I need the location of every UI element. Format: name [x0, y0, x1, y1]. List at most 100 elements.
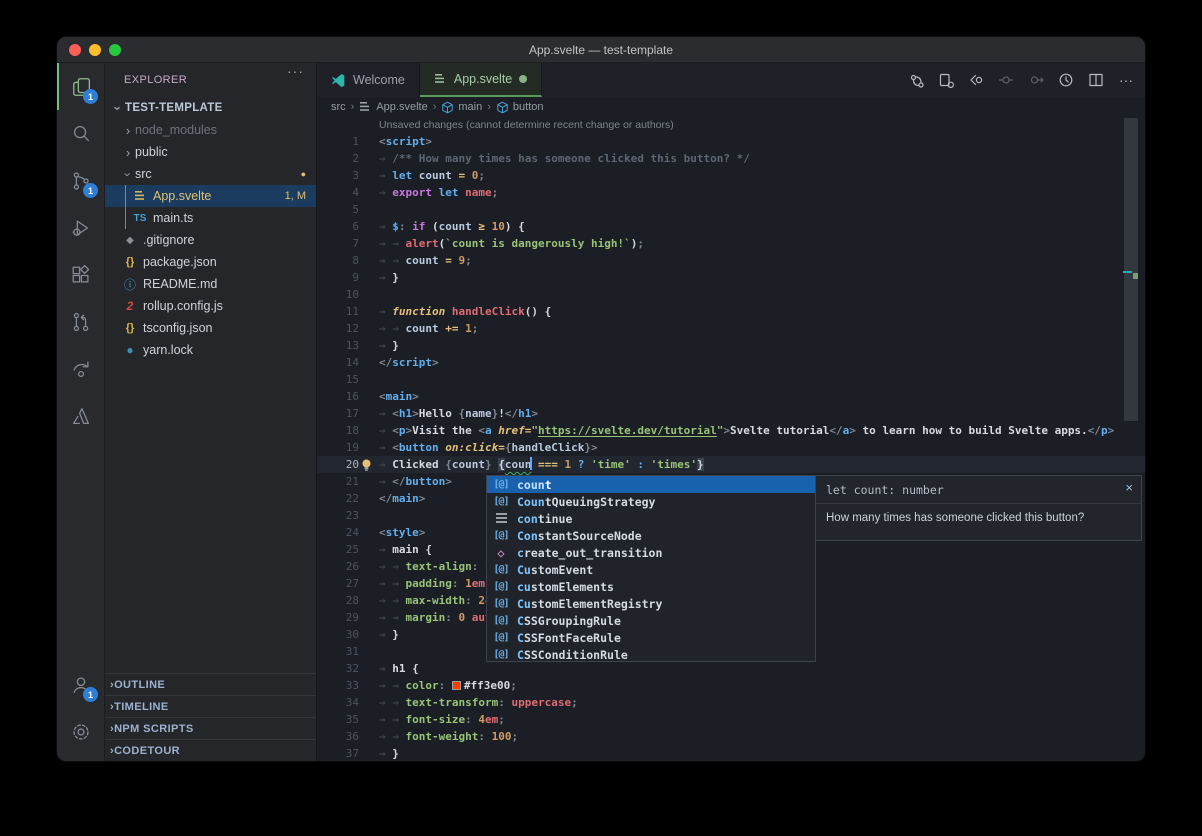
editor-scrollbar[interactable]	[1124, 118, 1138, 421]
code-line-14[interactable]: 14</script>	[317, 354, 1145, 371]
code-line-2[interactable]: 2→ /** How many times has someone clicke…	[317, 150, 1145, 167]
breadcrumb-item-app-svelte[interactable]: App.svelte	[359, 101, 427, 113]
code-line-34[interactable]: 34→ → text-transform: uppercase;	[317, 694, 1145, 711]
more-actions-button[interactable]: ···	[1113, 68, 1139, 92]
tree-root-test-template[interactable]: ›TEST-TEMPLATE	[105, 97, 316, 119]
rollup-icon: 2	[127, 299, 134, 313]
lightbulb-icon[interactable]	[361, 459, 372, 470]
svelte-file-icon	[134, 190, 147, 202]
code-line-7[interactable]: 7→ → alert(`count is dangerously high!`)…	[317, 235, 1145, 252]
activity-item-explorer[interactable]: 1	[57, 63, 105, 110]
suggestion-customelements[interactable]: [@]customElements	[487, 578, 815, 595]
code-line-20[interactable]: 20→ Clicked {count} {coun === 1 ? 'time'…	[317, 456, 1145, 473]
explorer-sidebar: EXPLORER ··· ›TEST-TEMPLATE›node_modules…	[105, 63, 317, 761]
svelte-file-icon	[434, 73, 447, 85]
previous-change-icon[interactable]	[993, 68, 1019, 92]
line-number: 30	[317, 626, 359, 643]
code-line-37[interactable]: 37→ }	[317, 745, 1145, 761]
tree-item-app-svelte[interactable]: App.svelte1, M	[105, 185, 316, 207]
activity-item-extensions[interactable]	[57, 251, 105, 298]
tree-item--gitignore[interactable]: ◆.gitignore	[105, 229, 316, 251]
file-tree: ›TEST-TEMPLATE›node_modules›public›src●A…	[105, 97, 316, 361]
breadcrumb-item-button[interactable]: button	[496, 101, 544, 114]
breadcrumb-separator: ›	[351, 101, 355, 113]
activity-item-settings[interactable]	[57, 708, 105, 755]
compare-changes-icon[interactable]	[903, 68, 929, 92]
previous-annotation-icon[interactable]	[963, 68, 989, 92]
code-editor[interactable]: Unsaved changes (cannot determine recent…	[317, 117, 1145, 761]
chevron-down-icon: ›	[111, 101, 126, 115]
symbol-variable-icon: [@]	[490, 615, 512, 626]
tree-item-main-ts[interactable]: TSmain.ts	[105, 207, 316, 229]
panel-outline[interactable]: ›OUTLINE	[105, 673, 316, 695]
code-line-15[interactable]: 15	[317, 371, 1145, 388]
tab-welcome[interactable]: Welcome	[317, 63, 420, 97]
tab-app-svelte[interactable]: App.svelte	[420, 63, 542, 97]
tree-item-package-json[interactable]: {}package.json	[105, 251, 316, 273]
code-line-1[interactable]: 1<script>	[317, 133, 1145, 150]
code-line-19[interactable]: 19→ <button on:click={handleClick}>	[317, 439, 1145, 456]
suggestion-count[interactable]: [@]count	[487, 476, 815, 493]
line-number: 4	[317, 184, 359, 201]
code-line-9[interactable]: 9→ }	[317, 269, 1145, 286]
suggestion-cssfontfacerule[interactable]: [@]CSSFontFaceRule	[487, 629, 815, 646]
breadcrumb-item-main[interactable]: main	[441, 101, 482, 114]
next-change-icon[interactable]	[1023, 68, 1049, 92]
suggestion-customevent[interactable]: [@]CustomEvent	[487, 561, 815, 578]
close-docs-icon[interactable]: ×	[1125, 481, 1133, 494]
yarn-icon: ●	[126, 343, 133, 357]
code-line-5[interactable]: 5	[317, 201, 1145, 218]
code-line-13[interactable]: 13→ }	[317, 337, 1145, 354]
json-icon: {}	[126, 322, 135, 334]
code-line-6[interactable]: 6→ $: if (count ≥ 10) {	[317, 218, 1145, 235]
tree-item-tsconfig-json[interactable]: {}tsconfig.json	[105, 317, 316, 339]
activity-item-live-share[interactable]	[57, 345, 105, 392]
activity-item-github-pull-requests[interactable]	[57, 298, 105, 345]
code-line-16[interactable]: 16<main>	[317, 388, 1145, 405]
tree-item-public[interactable]: ›public	[105, 141, 316, 163]
code-line-18[interactable]: 18→ <p>Visit the <a href="https://svelte…	[317, 422, 1145, 439]
line-number: 7	[317, 235, 359, 252]
explorer-more-actions-button[interactable]: ···	[287, 63, 304, 79]
activity-item-source-control[interactable]: 1	[57, 157, 105, 204]
code-line-33[interactable]: 33→ → color: #ff3e00;	[317, 677, 1145, 694]
tree-item-readme-md[interactable]: ⓘREADME.md	[105, 273, 316, 295]
tree-item-yarn-lock[interactable]: ●yarn.lock	[105, 339, 316, 361]
suggestion-constantsourcenode[interactable]: [@]ConstantSourceNode	[487, 527, 815, 544]
panel-timeline[interactable]: ›TIMELINE	[105, 695, 316, 717]
suggestion-continue[interactable]: continue	[487, 510, 815, 527]
modified-dot: ●	[301, 169, 306, 179]
title-bar[interactable]: App.svelte — test-template	[57, 37, 1145, 63]
split-editor-icon[interactable]	[1083, 68, 1109, 92]
code-line-4[interactable]: 4→ export let name;	[317, 184, 1145, 201]
panel-npm-scripts[interactable]: ›NPM SCRIPTS	[105, 717, 316, 739]
code-line-17[interactable]: 17→ <h1>Hello {name}!</h1>	[317, 405, 1145, 422]
suggestion-create_out_transition[interactable]: ◇create_out_transition	[487, 544, 815, 561]
code-line-10[interactable]: 10	[317, 286, 1145, 303]
code-line-8[interactable]: 8→ → count = 9;	[317, 252, 1145, 269]
code-line-12[interactable]: 12→ → count += 1;	[317, 320, 1145, 337]
activity-item-azure[interactable]	[57, 392, 105, 439]
tree-item-rollup-config-js[interactable]: 2rollup.config.js	[105, 295, 316, 317]
line-number: 37	[317, 745, 359, 761]
code-line-11[interactable]: 11→ function handleClick() {	[317, 303, 1145, 320]
suggestion-customelementregistry[interactable]: [@]CustomElementRegistry	[487, 595, 815, 612]
code-line-36[interactable]: 36→ → font-weight: 100;	[317, 728, 1145, 745]
tree-item-node-modules[interactable]: ›node_modules	[105, 119, 316, 141]
activity-item-account[interactable]: 1	[57, 661, 105, 708]
breadcrumb-item-src[interactable]: src	[331, 101, 346, 113]
activity-item-run-and-debug[interactable]	[57, 204, 105, 251]
open-changes-icon[interactable]	[933, 68, 959, 92]
suggestion-countqueuingstrategy[interactable]: [@]CountQueuingStrategy	[487, 493, 815, 510]
activity-item-search[interactable]	[57, 110, 105, 157]
tree-item-src[interactable]: ›src●	[105, 163, 316, 185]
suggestion-cssconditionrule[interactable]: [@]CSSConditionRule	[487, 646, 815, 663]
panel-codetour[interactable]: ›CODETOUR	[105, 739, 316, 761]
code-line-35[interactable]: 35→ → font-size: 4em;	[317, 711, 1145, 728]
symbol-variable-icon: [@]	[490, 564, 512, 575]
suggestion-cssgroupingrule[interactable]: [@]CSSGroupingRule	[487, 612, 815, 629]
line-number: 5	[317, 201, 359, 218]
editor-group: WelcomeApp.svelte ··· src›App.svelte›mai…	[317, 63, 1145, 761]
timeline-icon[interactable]	[1053, 68, 1079, 92]
code-line-3[interactable]: 3→ let count = 0;	[317, 167, 1145, 184]
